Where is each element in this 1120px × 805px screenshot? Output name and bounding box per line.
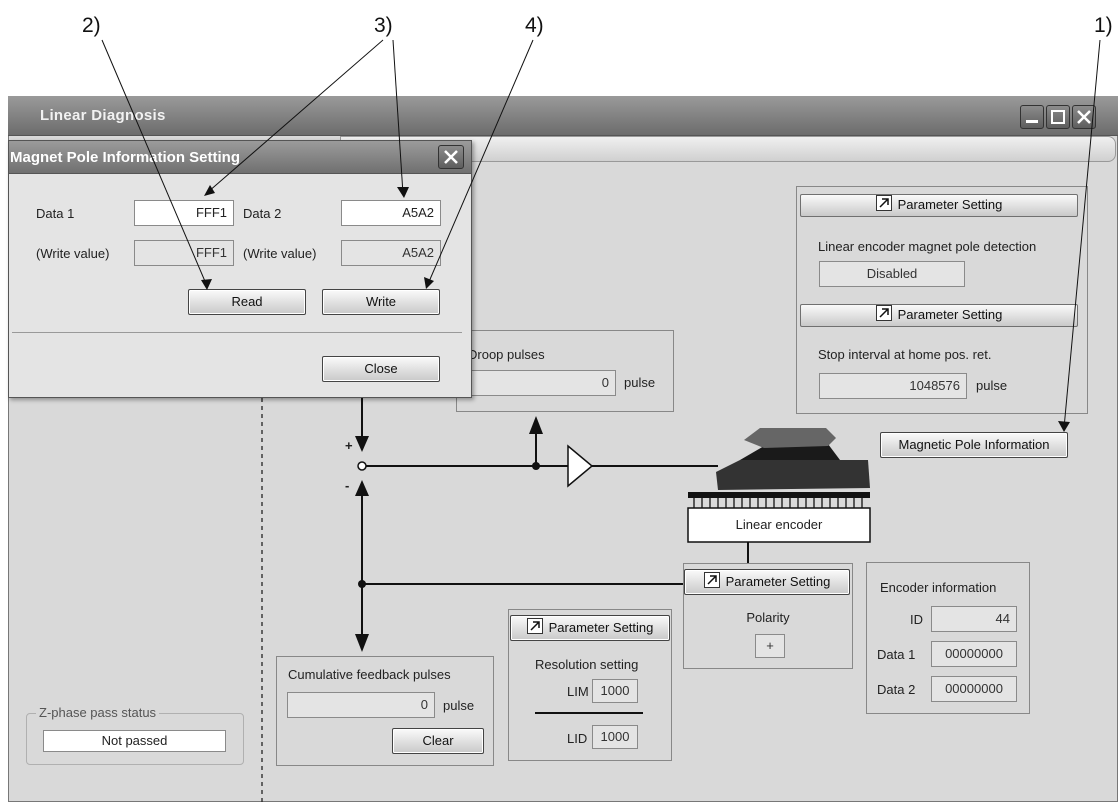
callout-lines — [101, 39, 1101, 432]
